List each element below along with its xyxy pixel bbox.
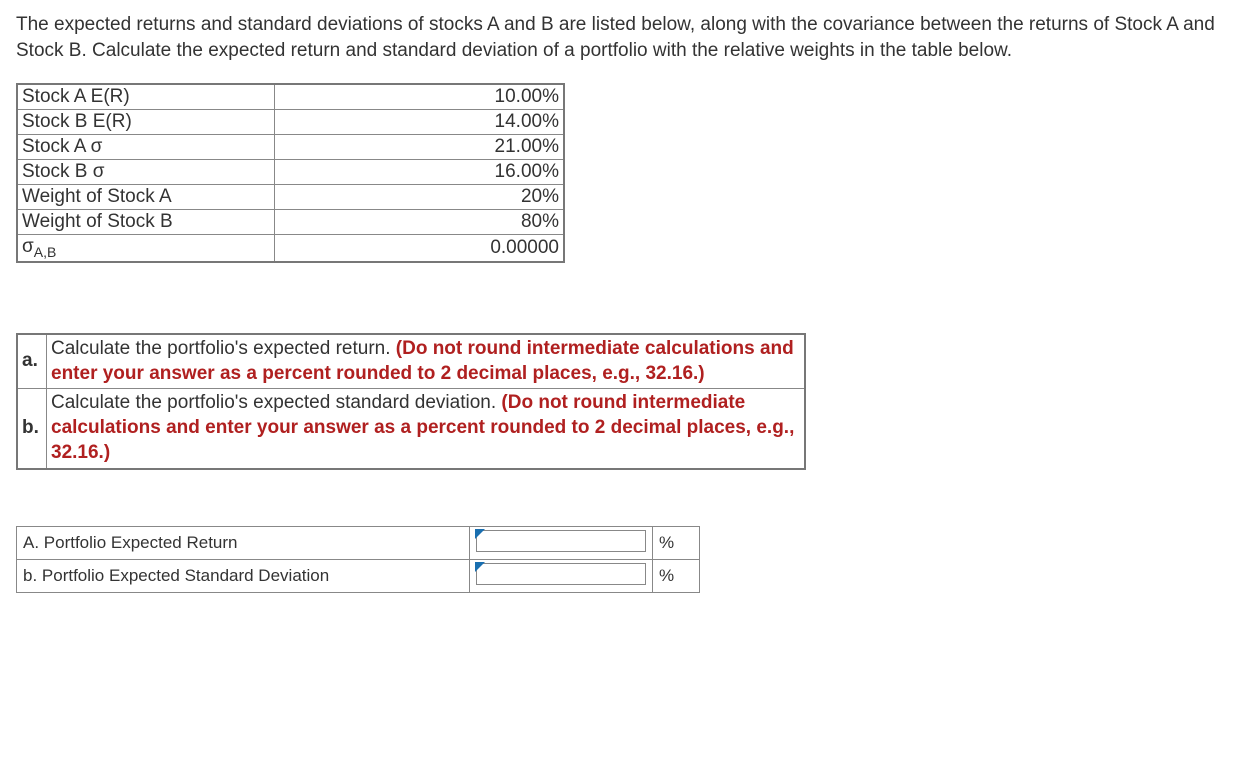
- row-value: 80%: [275, 210, 565, 235]
- row-value: 21.00%: [275, 135, 565, 160]
- table-row: Stock B σ 16.00%: [17, 160, 564, 185]
- part-row-b: b. Calculate the portfolio's expected st…: [17, 389, 805, 469]
- answer-input-cell-b: [470, 559, 653, 592]
- answer-label-b: b. Portfolio Expected Standard Deviation: [17, 559, 470, 592]
- row-label: Stock B E(R): [17, 110, 275, 135]
- answer-row-b: b. Portfolio Expected Standard Deviation…: [17, 559, 700, 592]
- part-text-b: Calculate the portfolio's expected stand…: [47, 389, 806, 469]
- row-label: σA,B: [17, 235, 275, 262]
- question-text: The expected returns and standard deviat…: [16, 12, 1236, 63]
- table-row: Weight of Stock B 80%: [17, 210, 564, 235]
- part-letter-b: b.: [17, 389, 47, 469]
- answer-table: A. Portfolio Expected Return % b. Portfo…: [16, 526, 700, 593]
- row-value: 0.00000: [275, 235, 565, 262]
- input-flag-icon: [475, 562, 485, 572]
- portfolio-std-dev-input[interactable]: [476, 563, 646, 585]
- table-row: Weight of Stock A 20%: [17, 185, 564, 210]
- table-row-covariance: σA,B 0.00000: [17, 235, 564, 262]
- answer-unit-a: %: [653, 526, 700, 559]
- subparts-table: a. Calculate the portfolio's expected re…: [16, 333, 806, 469]
- row-label: Weight of Stock B: [17, 210, 275, 235]
- row-value: 20%: [275, 185, 565, 210]
- row-label: Stock A σ: [17, 135, 275, 160]
- row-label: Weight of Stock A: [17, 185, 275, 210]
- answer-input-cell-a: [470, 526, 653, 559]
- row-value: 16.00%: [275, 160, 565, 185]
- row-label: Stock A E(R): [17, 84, 275, 110]
- table-row: Stock B E(R) 14.00%: [17, 110, 564, 135]
- answer-row-a: A. Portfolio Expected Return %: [17, 526, 700, 559]
- inputs-table: Stock A E(R) 10.00% Stock B E(R) 14.00% …: [16, 83, 565, 263]
- row-label: Stock B σ: [17, 160, 275, 185]
- row-value: 14.00%: [275, 110, 565, 135]
- part-text-a: Calculate the portfolio's expected retur…: [47, 334, 806, 389]
- part-letter-a: a.: [17, 334, 47, 389]
- answer-label-a: A. Portfolio Expected Return: [17, 526, 470, 559]
- table-row: Stock A E(R) 10.00%: [17, 84, 564, 110]
- input-flag-icon: [475, 529, 485, 539]
- portfolio-expected-return-input[interactable]: [476, 530, 646, 552]
- row-value: 10.00%: [275, 84, 565, 110]
- table-row: Stock A σ 21.00%: [17, 135, 564, 160]
- answer-unit-b: %: [653, 559, 700, 592]
- part-row-a: a. Calculate the portfolio's expected re…: [17, 334, 805, 389]
